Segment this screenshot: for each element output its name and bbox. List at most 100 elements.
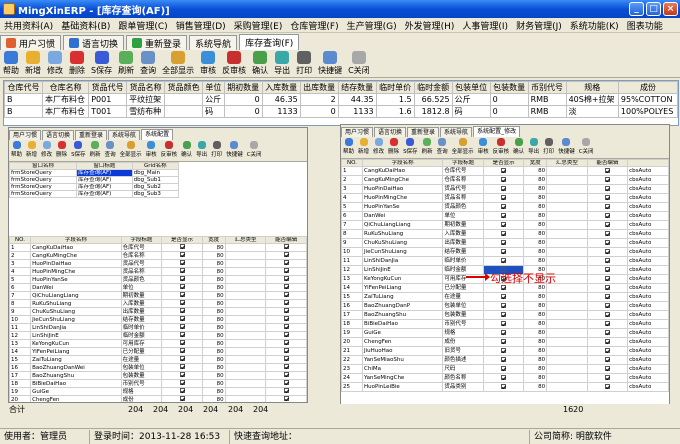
table-row[interactable]: 9 ChuKuShuLiang 出库数量 80 cbsAuto: [341, 238, 669, 248]
show-checkbox-cell[interactable]: [161, 307, 203, 316]
table-row[interactable]: B 本厂布料仓 T001 雪纺布种码 0 1133 0 1133 1.6 1812.8 码 0 RMB 淡…: [4, 105, 678, 118]
show-checkbox-cell[interactable]: [161, 379, 203, 388]
menu-item-3[interactable]: 销售管理(D): [172, 19, 230, 32]
window-tool-3[interactable]: 删除: [386, 138, 401, 158]
toolbar-button-14[interactable]: C关闭: [345, 51, 373, 76]
edit-checkbox-cell[interactable]: [586, 382, 629, 392]
edit-checkbox[interactable]: [604, 356, 610, 362]
table-row[interactable]: 4 HuoPinMingChe 货品名称 80: [9, 267, 307, 276]
grid-header[interactable]: 包装数量: [489, 81, 529, 94]
show-checkbox[interactable]: [501, 212, 507, 218]
show-checkbox-cell[interactable]: [482, 202, 525, 212]
table-row[interactable]: 21 JiuHuoHao 旧货号 80 cbsAuto: [341, 346, 669, 356]
show-checkbox-cell[interactable]: [482, 211, 525, 221]
window-tool-1[interactable]: 新增: [24, 141, 39, 161]
edit-checkbox-cell[interactable]: [265, 299, 307, 308]
list-item[interactable]: frmStoreQuery 库存查询(AF) dbg_Sub2: [9, 183, 180, 191]
edit-checkbox-cell[interactable]: [586, 346, 629, 356]
window-tool-11[interactable]: 导出: [194, 141, 209, 161]
close-button[interactable]: ×: [663, 2, 678, 16]
edit-checkbox[interactable]: [604, 293, 610, 299]
table-row[interactable]: 16 BaoZhuangDanWei 包装单位 80: [9, 363, 307, 372]
table-row[interactable]: 16 BaoZhuangDanP 包装单位 80 cbsAuto: [341, 301, 669, 311]
table-row[interactable]: 5 HuoPinYanSe 货品颜色 80 cbsAuto: [341, 202, 669, 212]
show-checkbox-cell[interactable]: [482, 382, 525, 392]
table-row[interactable]: 20 ChengFen 成份 80 cbsAuto: [341, 337, 669, 347]
edit-checkbox[interactable]: [283, 308, 289, 313]
show-checkbox[interactable]: [501, 257, 507, 263]
edit-checkbox-cell[interactable]: [586, 292, 629, 302]
edit-checkbox[interactable]: [604, 221, 610, 227]
show-checkbox-cell[interactable]: [482, 166, 525, 176]
show-checkbox-cell[interactable]: [161, 283, 203, 292]
show-checkbox-cell[interactable]: [482, 301, 525, 311]
window-tab-1[interactable]: 语言切换: [42, 130, 75, 140]
table-row[interactable]: 2 CangKuMingChe 仓库名称 80 cbsAuto: [341, 175, 669, 185]
show-checkbox[interactable]: [501, 248, 507, 254]
grid-header[interactable]: 包装单位: [451, 81, 491, 94]
edit-checkbox-cell[interactable]: [586, 184, 629, 194]
menu-item-9[interactable]: 财务管理(J): [512, 19, 566, 32]
table-row[interactable]: 15 ZaiTuLiang 在途量 80: [9, 355, 307, 364]
table-row[interactable]: 9 ChuKuShuLiang 出库数量 80: [9, 307, 307, 316]
table-row[interactable]: 7 QiChuLiangLiang 期初数量 80 cbsAuto: [341, 220, 669, 230]
show-checkbox[interactable]: [179, 340, 185, 345]
edit-checkbox[interactable]: [283, 316, 289, 321]
show-checkbox-cell[interactable]: [161, 251, 203, 260]
tab-0[interactable]: 用户习惯: [0, 35, 62, 50]
show-checkbox[interactable]: [501, 176, 507, 182]
show-checkbox[interactable]: [501, 203, 507, 209]
window-tab-1[interactable]: 语言切换: [374, 127, 407, 137]
toolbar-button-6[interactable]: 查询: [137, 51, 159, 76]
table-row[interactable]: 18 BiBieDaiHao 币别代号 80: [9, 379, 307, 388]
show-checkbox[interactable]: [179, 292, 185, 297]
list-item[interactable]: frmStoreQuery 库存查询(AF) dbg_Sub3: [9, 190, 180, 198]
show-checkbox-cell[interactable]: [482, 193, 525, 203]
edit-checkbox-cell[interactable]: [586, 211, 629, 221]
window-tool-2[interactable]: 修改: [39, 141, 54, 161]
window-list[interactable]: 窗口名称 窗口标题 Grid名称 frmStoreQuery 库存查询(AF) dbg_M…: [9, 162, 180, 198]
grid-header[interactable]: 出库数量: [299, 81, 339, 94]
show-checkbox[interactable]: [501, 356, 507, 362]
toolbar-button-10[interactable]: 确认: [249, 51, 271, 76]
grid-header[interactable]: 单位: [202, 81, 225, 94]
toolbar-button-3[interactable]: 删除: [66, 51, 88, 76]
edit-checkbox-cell[interactable]: [265, 243, 307, 252]
table-row[interactable]: 3 HuoPinDaiHao 货品代号 80: [9, 259, 307, 268]
list-item[interactable]: frmStoreQuery 库存查询(AF) dbg_Main: [9, 169, 180, 177]
edit-checkbox-cell[interactable]: [265, 363, 307, 372]
show-checkbox-cell[interactable]: [482, 247, 525, 257]
show-checkbox[interactable]: [179, 276, 185, 281]
show-checkbox[interactable]: [179, 388, 185, 393]
show-checkbox-cell[interactable]: [161, 355, 203, 364]
grid-header[interactable]: 货品名称: [126, 81, 166, 94]
menu-item-8[interactable]: 人事管理(I): [458, 19, 512, 32]
grid-header[interactable]: 仓库代号: [4, 81, 43, 94]
table-row[interactable]: 12 LinShiJinE 临时金额 80: [9, 331, 307, 340]
show-checkbox[interactable]: [179, 268, 185, 273]
table-row[interactable]: 11 LinShiDanJia 临时单价 80: [9, 323, 307, 332]
edit-checkbox[interactable]: [604, 167, 610, 173]
window-tool-2[interactable]: 修改: [371, 138, 386, 158]
table-row[interactable]: 17 BaoZhuangShu 包装数量 80 cbsAuto: [341, 310, 669, 320]
edit-checkbox-cell[interactable]: [586, 328, 629, 338]
window-tool-6[interactable]: 查询: [435, 138, 450, 158]
show-checkbox[interactable]: [501, 383, 507, 389]
edit-checkbox-cell[interactable]: [265, 371, 307, 380]
show-checkbox-cell[interactable]: [161, 243, 203, 252]
grid-header[interactable]: 临时单价: [375, 81, 415, 94]
show-checkbox[interactable]: [501, 293, 507, 299]
show-checkbox[interactable]: [501, 221, 507, 227]
edit-checkbox[interactable]: [283, 324, 289, 329]
show-checkbox[interactable]: [179, 308, 185, 313]
edit-checkbox[interactable]: [604, 230, 610, 236]
show-checkbox[interactable]: [501, 185, 507, 191]
edit-checkbox[interactable]: [604, 374, 610, 380]
show-checkbox-cell[interactable]: [482, 346, 525, 356]
show-checkbox[interactable]: [501, 320, 507, 326]
menu-item-1[interactable]: 基础资料(B): [57, 19, 114, 32]
show-checkbox-cell[interactable]: [482, 355, 525, 365]
show-checkbox[interactable]: [501, 239, 507, 245]
window-tab-4[interactable]: 系统配置: [141, 129, 174, 140]
window-tool-10[interactable]: 确认: [511, 138, 526, 158]
